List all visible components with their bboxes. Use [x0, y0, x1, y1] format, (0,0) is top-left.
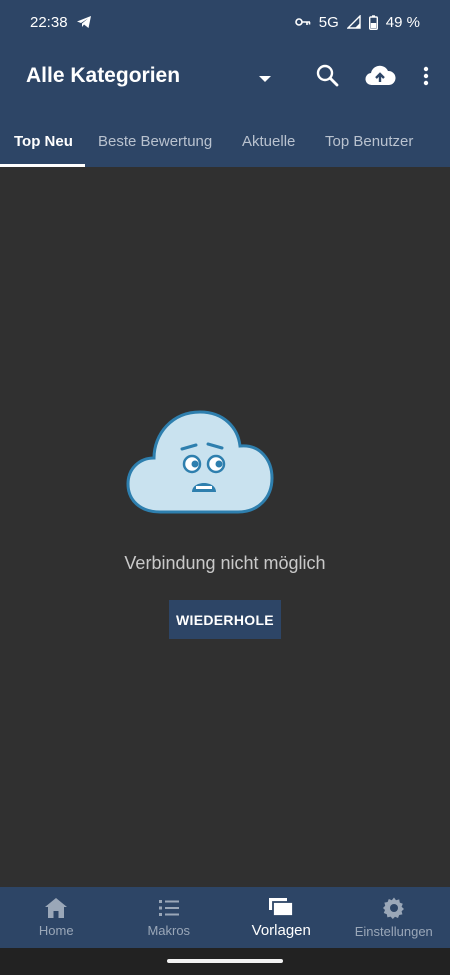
- nav-einstellungen[interactable]: Einstellungen: [338, 887, 450, 948]
- list-icon: [157, 897, 181, 919]
- tab-aktuelle[interactable]: Aktuelle: [242, 116, 295, 167]
- nav-vorlagen[interactable]: Vorlagen: [225, 887, 338, 948]
- nav-makros[interactable]: Makros: [113, 887, 226, 948]
- dropdown-arrow-icon[interactable]: [258, 70, 272, 88]
- retry-button[interactable]: WIEDERHOLE: [169, 600, 281, 639]
- tab-top-neu[interactable]: Top Neu: [14, 116, 73, 167]
- more-vert-icon[interactable]: [416, 62, 436, 90]
- tab-bar: Top Neu Beste Bewertung Aktuelle Top Ben…: [0, 116, 450, 167]
- status-bar: 22:38 5G 49 %: [0, 0, 450, 44]
- nav-home-label: Home: [38, 923, 74, 938]
- signal-icon: [346, 15, 361, 29]
- vpn-key-icon: [294, 17, 311, 27]
- tab-beste-bewertung[interactable]: Beste Bewertung: [98, 116, 212, 167]
- tab-indicator: [0, 164, 85, 167]
- cloud-upload-icon[interactable]: [364, 62, 396, 90]
- nav-home[interactable]: Home: [0, 887, 113, 948]
- search-icon[interactable]: [314, 62, 342, 90]
- nav-vorlagen-label: Vorlagen: [251, 922, 311, 939]
- app-bar: Alle Kategorien: [0, 50, 450, 102]
- status-time: 22:38: [30, 13, 68, 31]
- sad-cloud-illustration: [124, 408, 276, 518]
- tab-top-benutzer[interactable]: Top Benutzer: [325, 116, 413, 167]
- category-title[interactable]: Alle Kategorien: [26, 64, 180, 88]
- network-type: 5G: [318, 13, 339, 31]
- connection-error-message: Verbindung nicht möglich: [124, 553, 326, 573]
- nav-makros-label: Makros: [147, 923, 191, 938]
- gesture-handle[interactable]: [167, 959, 283, 963]
- bottom-navigation: Home Makros Vorlagen Einstellungen: [0, 887, 450, 948]
- battery-percent: 49 %: [385, 13, 420, 31]
- telegram-icon: [76, 15, 92, 29]
- nav-einstellungen-label: Einstellungen: [354, 924, 433, 939]
- templates-icon: [267, 896, 295, 918]
- gear-icon: [382, 896, 406, 920]
- home-icon: [44, 897, 68, 919]
- battery-icon: [368, 14, 378, 30]
